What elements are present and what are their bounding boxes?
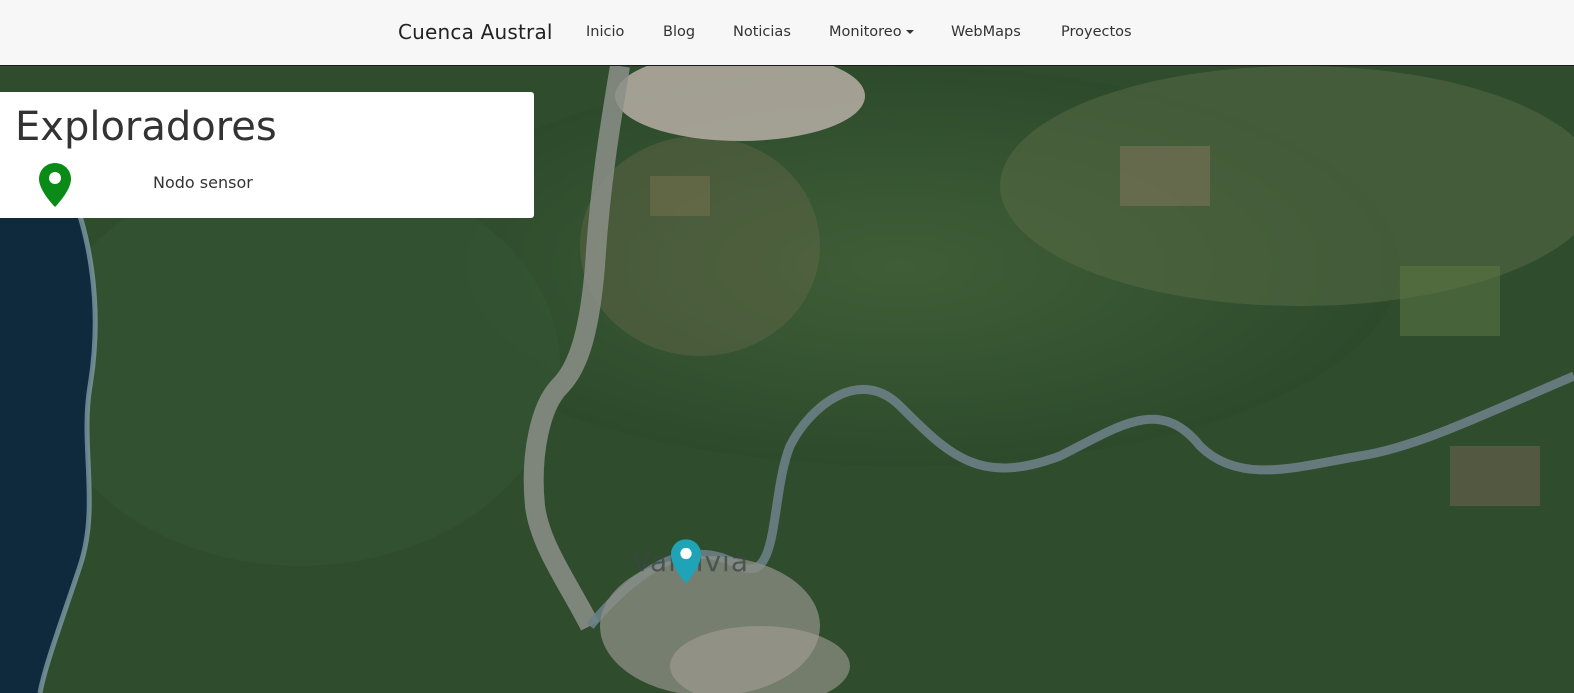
nav-inicio[interactable]: Inicio (586, 24, 624, 40)
legend-title: Exploradores (15, 104, 277, 150)
nav-proyectos[interactable]: Proyectos (1061, 24, 1132, 40)
nav-noticias[interactable]: Noticias (733, 24, 791, 40)
map-marker-icon (39, 163, 71, 207)
navbar: Cuenca Austral Inicio Blog Noticias Moni… (0, 0, 1574, 66)
nav-webmaps[interactable]: WebMaps (951, 24, 1021, 40)
caret-down-icon (905, 30, 914, 34)
legend-item-label: Nodo sensor (153, 173, 253, 192)
nav-monitoreo-dropdown[interactable]: Monitoreo (829, 24, 914, 40)
nav-blog[interactable]: Blog (663, 24, 695, 40)
nav-monitoreo-label: Monitoreo (829, 24, 902, 40)
map-marker-icon[interactable] (670, 538, 702, 586)
legend-panel: Exploradores Nodo sensor (0, 92, 534, 218)
brand-link[interactable]: Cuenca Austral (398, 20, 553, 44)
